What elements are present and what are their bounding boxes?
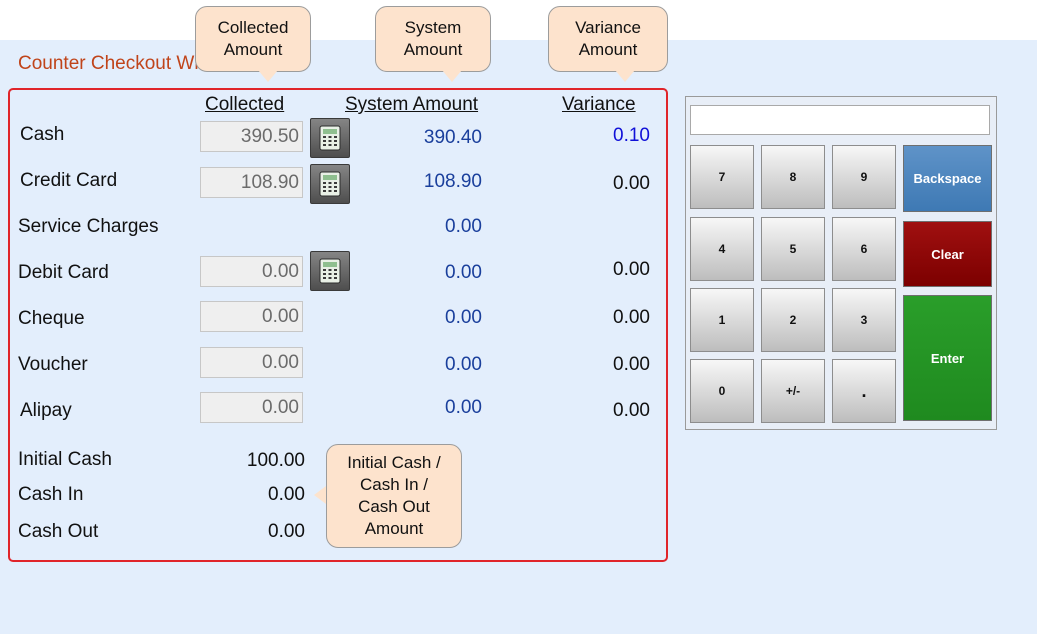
- row-label-credit-card: Credit Card: [20, 170, 118, 191]
- cash-variance: 0.10: [613, 125, 650, 146]
- row-label-voucher: Voucher: [18, 354, 88, 375]
- row-label-cheque: Cheque: [18, 308, 85, 329]
- credit-card-system-amount: 108.90: [423, 171, 482, 192]
- voucher-collected-input[interactable]: [200, 347, 303, 378]
- key-9[interactable]: 9: [832, 145, 896, 209]
- key-2[interactable]: 2: [761, 288, 825, 352]
- row-label-cash: Cash: [20, 124, 65, 145]
- cash-in-value: 0.00: [268, 484, 305, 505]
- cheque-variance: 0.00: [613, 307, 650, 328]
- credit-card-calculator-button[interactable]: [310, 164, 350, 204]
- row-label-service-charges: Service Charges: [18, 216, 159, 237]
- callout-variance-amount: Variance Amount: [548, 6, 668, 72]
- key-5[interactable]: 5: [761, 217, 825, 281]
- clear-button[interactable]: Clear: [903, 221, 992, 287]
- callout-system-amount: System Amount: [375, 6, 491, 72]
- debit-card-calculator-button[interactable]: [310, 251, 350, 291]
- row-label-debit-card: Debit Card: [18, 262, 109, 283]
- alipay-collected-input[interactable]: [200, 392, 303, 423]
- alipay-variance: 0.00: [613, 400, 650, 421]
- key-6[interactable]: 6: [832, 217, 896, 281]
- callout-tail: [258, 70, 278, 82]
- header-collected: Collected: [205, 94, 285, 115]
- calculator-icon: [319, 258, 341, 284]
- key-decimal[interactable]: .: [832, 359, 896, 423]
- cash-in-label: Cash In: [18, 484, 84, 505]
- cash-out-label: Cash Out: [18, 521, 99, 542]
- voucher-variance: 0.00: [613, 354, 650, 375]
- key-7[interactable]: 7: [690, 145, 754, 209]
- cash-collected-input[interactable]: [200, 121, 303, 152]
- callout-cash-amount: Initial Cash / Cash In / Cash Out Amount: [326, 444, 462, 548]
- cash-system-amount: 390.40: [423, 127, 482, 148]
- header-system-amount: System Amount: [345, 94, 479, 115]
- calculator-icon: [319, 171, 341, 197]
- callout-tail: [314, 486, 326, 504]
- row-label-alipay: Alipay: [20, 400, 72, 421]
- debit-card-variance: 0.00: [613, 259, 650, 280]
- cash-out-value: 0.00: [268, 521, 305, 542]
- key-3[interactable]: 3: [832, 288, 896, 352]
- cheque-system-amount: 0.00: [445, 307, 482, 328]
- backspace-button[interactable]: Backspace: [903, 145, 992, 212]
- debit-card-collected-input[interactable]: [200, 256, 303, 287]
- credit-card-collected-input[interactable]: [200, 167, 303, 198]
- key-0[interactable]: 0: [690, 359, 754, 423]
- key-8[interactable]: 8: [761, 145, 825, 209]
- key-4[interactable]: 4: [690, 217, 754, 281]
- initial-cash-label: Initial Cash: [18, 449, 112, 470]
- cash-calculator-button[interactable]: [310, 118, 350, 158]
- key-plus-minus[interactable]: +/-: [761, 359, 825, 423]
- enter-button[interactable]: Enter: [903, 295, 992, 421]
- credit-card-variance: 0.00: [613, 173, 650, 194]
- calculator-icon: [319, 125, 341, 151]
- alipay-system-amount: 0.00: [445, 397, 482, 418]
- callout-tail: [442, 70, 462, 82]
- service-charges-system-amount: 0.00: [445, 216, 482, 237]
- header-variance: Variance: [562, 94, 636, 115]
- callout-tail: [615, 70, 635, 82]
- keypad-display[interactable]: [690, 105, 990, 135]
- voucher-system-amount: 0.00: [445, 354, 482, 375]
- initial-cash-value: 100.00: [246, 450, 305, 471]
- callout-collected-amount: Collected Amount: [195, 6, 311, 72]
- debit-card-system-amount: 0.00: [445, 262, 482, 283]
- key-1[interactable]: 1: [690, 288, 754, 352]
- cheque-collected-input[interactable]: [200, 301, 303, 332]
